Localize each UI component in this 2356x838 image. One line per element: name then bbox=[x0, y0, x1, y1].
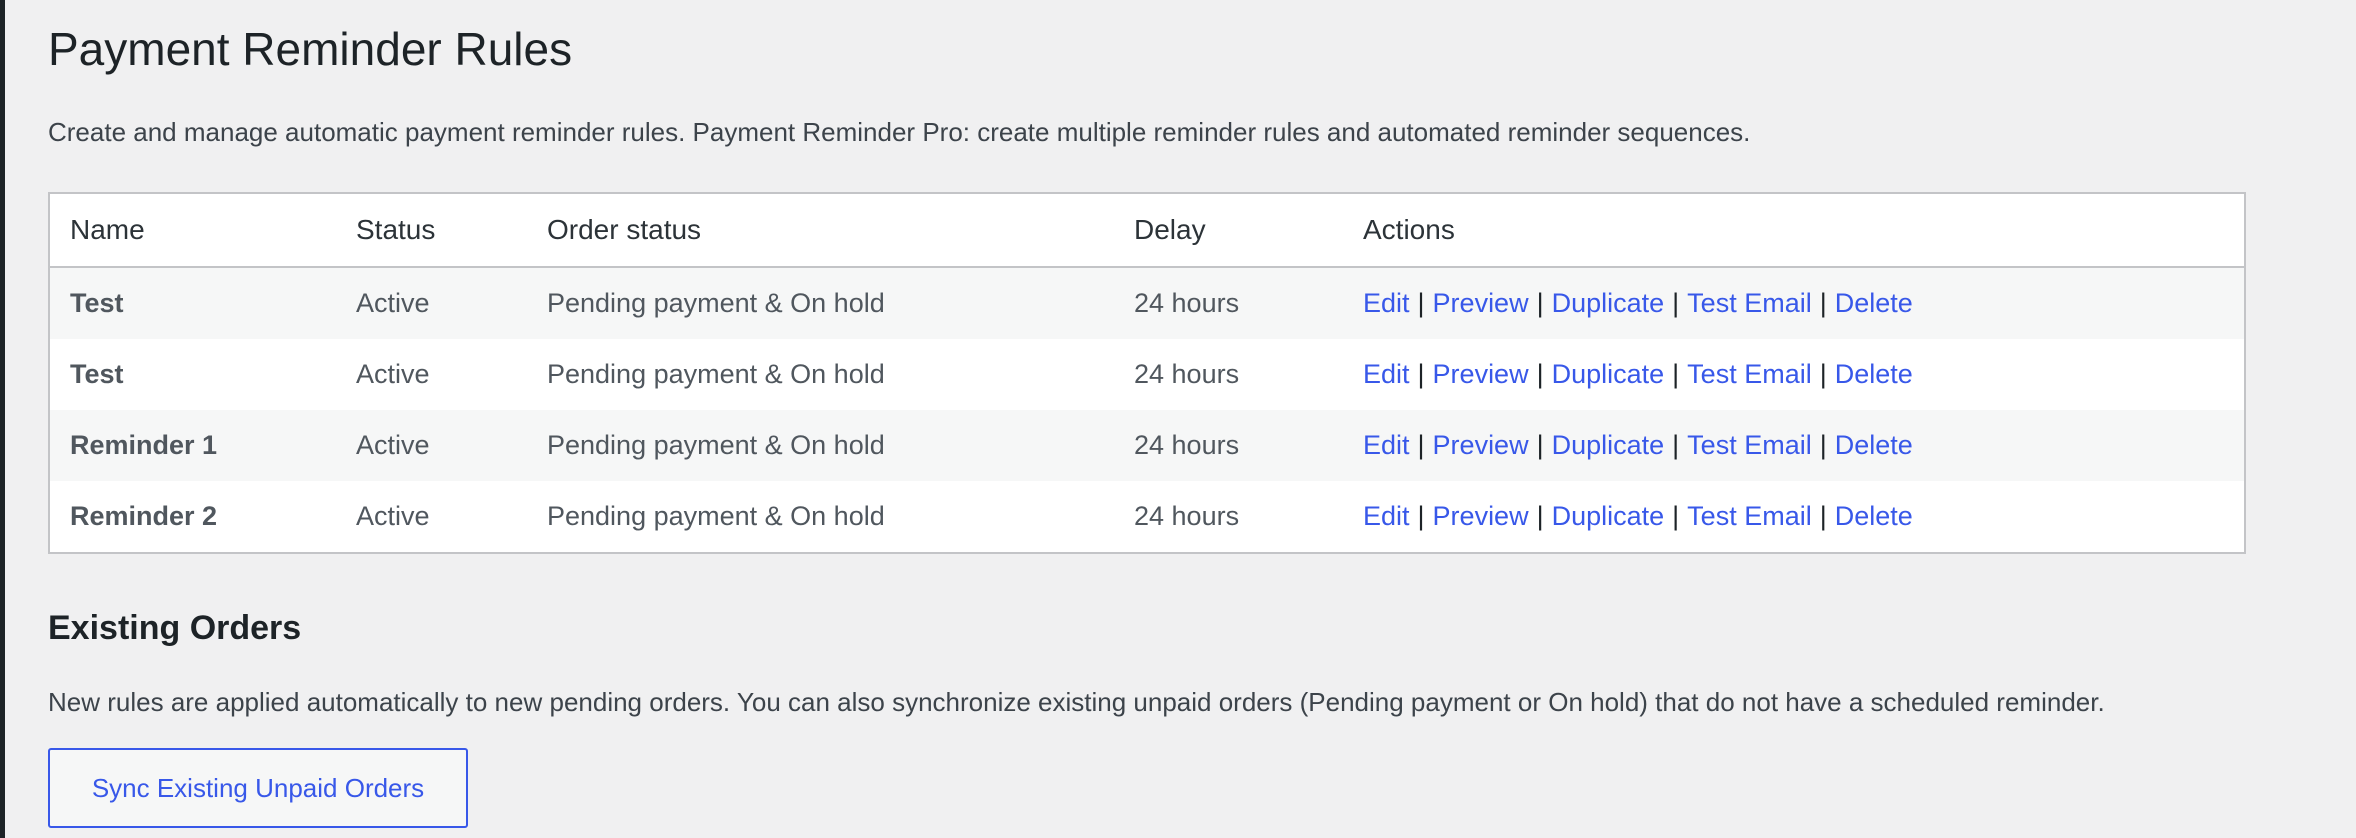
rule-name: Test bbox=[70, 288, 124, 318]
action-separator: | bbox=[1672, 430, 1680, 460]
table-row: Test Active Pending payment & On hold 24… bbox=[49, 339, 2245, 410]
action-separator: | bbox=[1672, 359, 1680, 389]
duplicate-link[interactable]: Duplicate bbox=[1552, 430, 1665, 460]
action-separator: | bbox=[1417, 359, 1425, 389]
rule-status: Active bbox=[356, 288, 430, 318]
duplicate-link[interactable]: Duplicate bbox=[1552, 288, 1665, 318]
rule-order-status: Pending payment & On hold bbox=[547, 430, 885, 460]
test-email-link[interactable]: Test Email bbox=[1687, 288, 1812, 318]
rule-name: Test bbox=[70, 359, 124, 389]
column-header-order-status[interactable]: Order status bbox=[527, 193, 1114, 268]
column-header-name[interactable]: Name bbox=[49, 193, 336, 268]
test-email-link[interactable]: Test Email bbox=[1687, 430, 1812, 460]
table-row: Reminder 2 Active Pending payment & On h… bbox=[49, 481, 2245, 553]
rule-status: Active bbox=[356, 359, 430, 389]
rule-order-status: Pending payment & On hold bbox=[547, 288, 885, 318]
rule-name: Reminder 2 bbox=[70, 501, 218, 531]
rule-delay: 24 hours bbox=[1134, 359, 1240, 389]
delete-link[interactable]: Delete bbox=[1835, 288, 1913, 318]
preview-link[interactable]: Preview bbox=[1433, 359, 1529, 389]
rule-name: Reminder 1 bbox=[70, 430, 218, 460]
edit-link[interactable]: Edit bbox=[1363, 288, 1410, 318]
action-separator: | bbox=[1536, 430, 1544, 460]
test-email-link[interactable]: Test Email bbox=[1687, 501, 1812, 531]
rules-table: Name Status Order status Delay Actions T… bbox=[48, 192, 2246, 554]
table-row: Test Active Pending payment & On hold 24… bbox=[49, 267, 2245, 339]
sync-existing-orders-button[interactable]: Sync Existing Unpaid Orders bbox=[48, 748, 468, 828]
action-separator: | bbox=[1819, 430, 1827, 460]
page-title: Payment Reminder Rules bbox=[48, 23, 573, 75]
delete-link[interactable]: Delete bbox=[1835, 501, 1913, 531]
action-separator: | bbox=[1536, 288, 1544, 318]
page-intro: Create and manage automatic payment remi… bbox=[48, 117, 1751, 147]
action-separator: | bbox=[1536, 501, 1544, 531]
rule-delay: 24 hours bbox=[1134, 430, 1240, 460]
duplicate-link[interactable]: Duplicate bbox=[1552, 501, 1665, 531]
action-separator: | bbox=[1819, 288, 1827, 318]
rule-actions: Edit | Preview | Duplicate | Test Email | Delete bbox=[1343, 481, 2245, 553]
action-separator: | bbox=[1417, 501, 1425, 531]
rule-actions: Edit | Preview | Duplicate | Test Email | Delete bbox=[1343, 339, 2245, 410]
rule-order-status: Pending payment & On hold bbox=[547, 501, 885, 531]
existing-orders-title: Existing Orders bbox=[48, 609, 302, 647]
action-separator: | bbox=[1819, 359, 1827, 389]
preview-link[interactable]: Preview bbox=[1433, 430, 1529, 460]
rule-delay: 24 hours bbox=[1134, 501, 1240, 531]
preview-link[interactable]: Preview bbox=[1433, 501, 1529, 531]
rule-status: Active bbox=[356, 501, 430, 531]
edit-link[interactable]: Edit bbox=[1363, 501, 1410, 531]
duplicate-link[interactable]: Duplicate bbox=[1552, 359, 1665, 389]
action-separator: | bbox=[1672, 501, 1680, 531]
existing-orders-description: New rules are applied automatically to n… bbox=[48, 687, 2105, 717]
rule-order-status: Pending payment & On hold bbox=[547, 359, 885, 389]
rule-actions: Edit | Preview | Duplicate | Test Email | Delete bbox=[1343, 410, 2245, 481]
rule-delay: 24 hours bbox=[1134, 288, 1240, 318]
rule-status: Active bbox=[356, 430, 430, 460]
column-header-status[interactable]: Status bbox=[336, 193, 527, 268]
action-separator: | bbox=[1819, 501, 1827, 531]
column-header-actions: Actions bbox=[1343, 193, 2245, 268]
test-email-link[interactable]: Test Email bbox=[1687, 359, 1812, 389]
rule-actions: Edit | Preview | Duplicate | Test Email | Delete bbox=[1343, 267, 2245, 339]
admin-sidebar-edge bbox=[0, 0, 5, 838]
edit-link[interactable]: Edit bbox=[1363, 359, 1410, 389]
action-separator: | bbox=[1536, 359, 1544, 389]
action-separator: | bbox=[1417, 430, 1425, 460]
delete-link[interactable]: Delete bbox=[1835, 359, 1913, 389]
table-row: Reminder 1 Active Pending payment & On h… bbox=[49, 410, 2245, 481]
action-separator: | bbox=[1672, 288, 1680, 318]
column-header-delay[interactable]: Delay bbox=[1114, 193, 1343, 268]
delete-link[interactable]: Delete bbox=[1835, 430, 1913, 460]
edit-link[interactable]: Edit bbox=[1363, 430, 1410, 460]
table-header-row: Name Status Order status Delay Actions bbox=[49, 193, 2245, 268]
action-separator: | bbox=[1417, 288, 1425, 318]
preview-link[interactable]: Preview bbox=[1433, 288, 1529, 318]
